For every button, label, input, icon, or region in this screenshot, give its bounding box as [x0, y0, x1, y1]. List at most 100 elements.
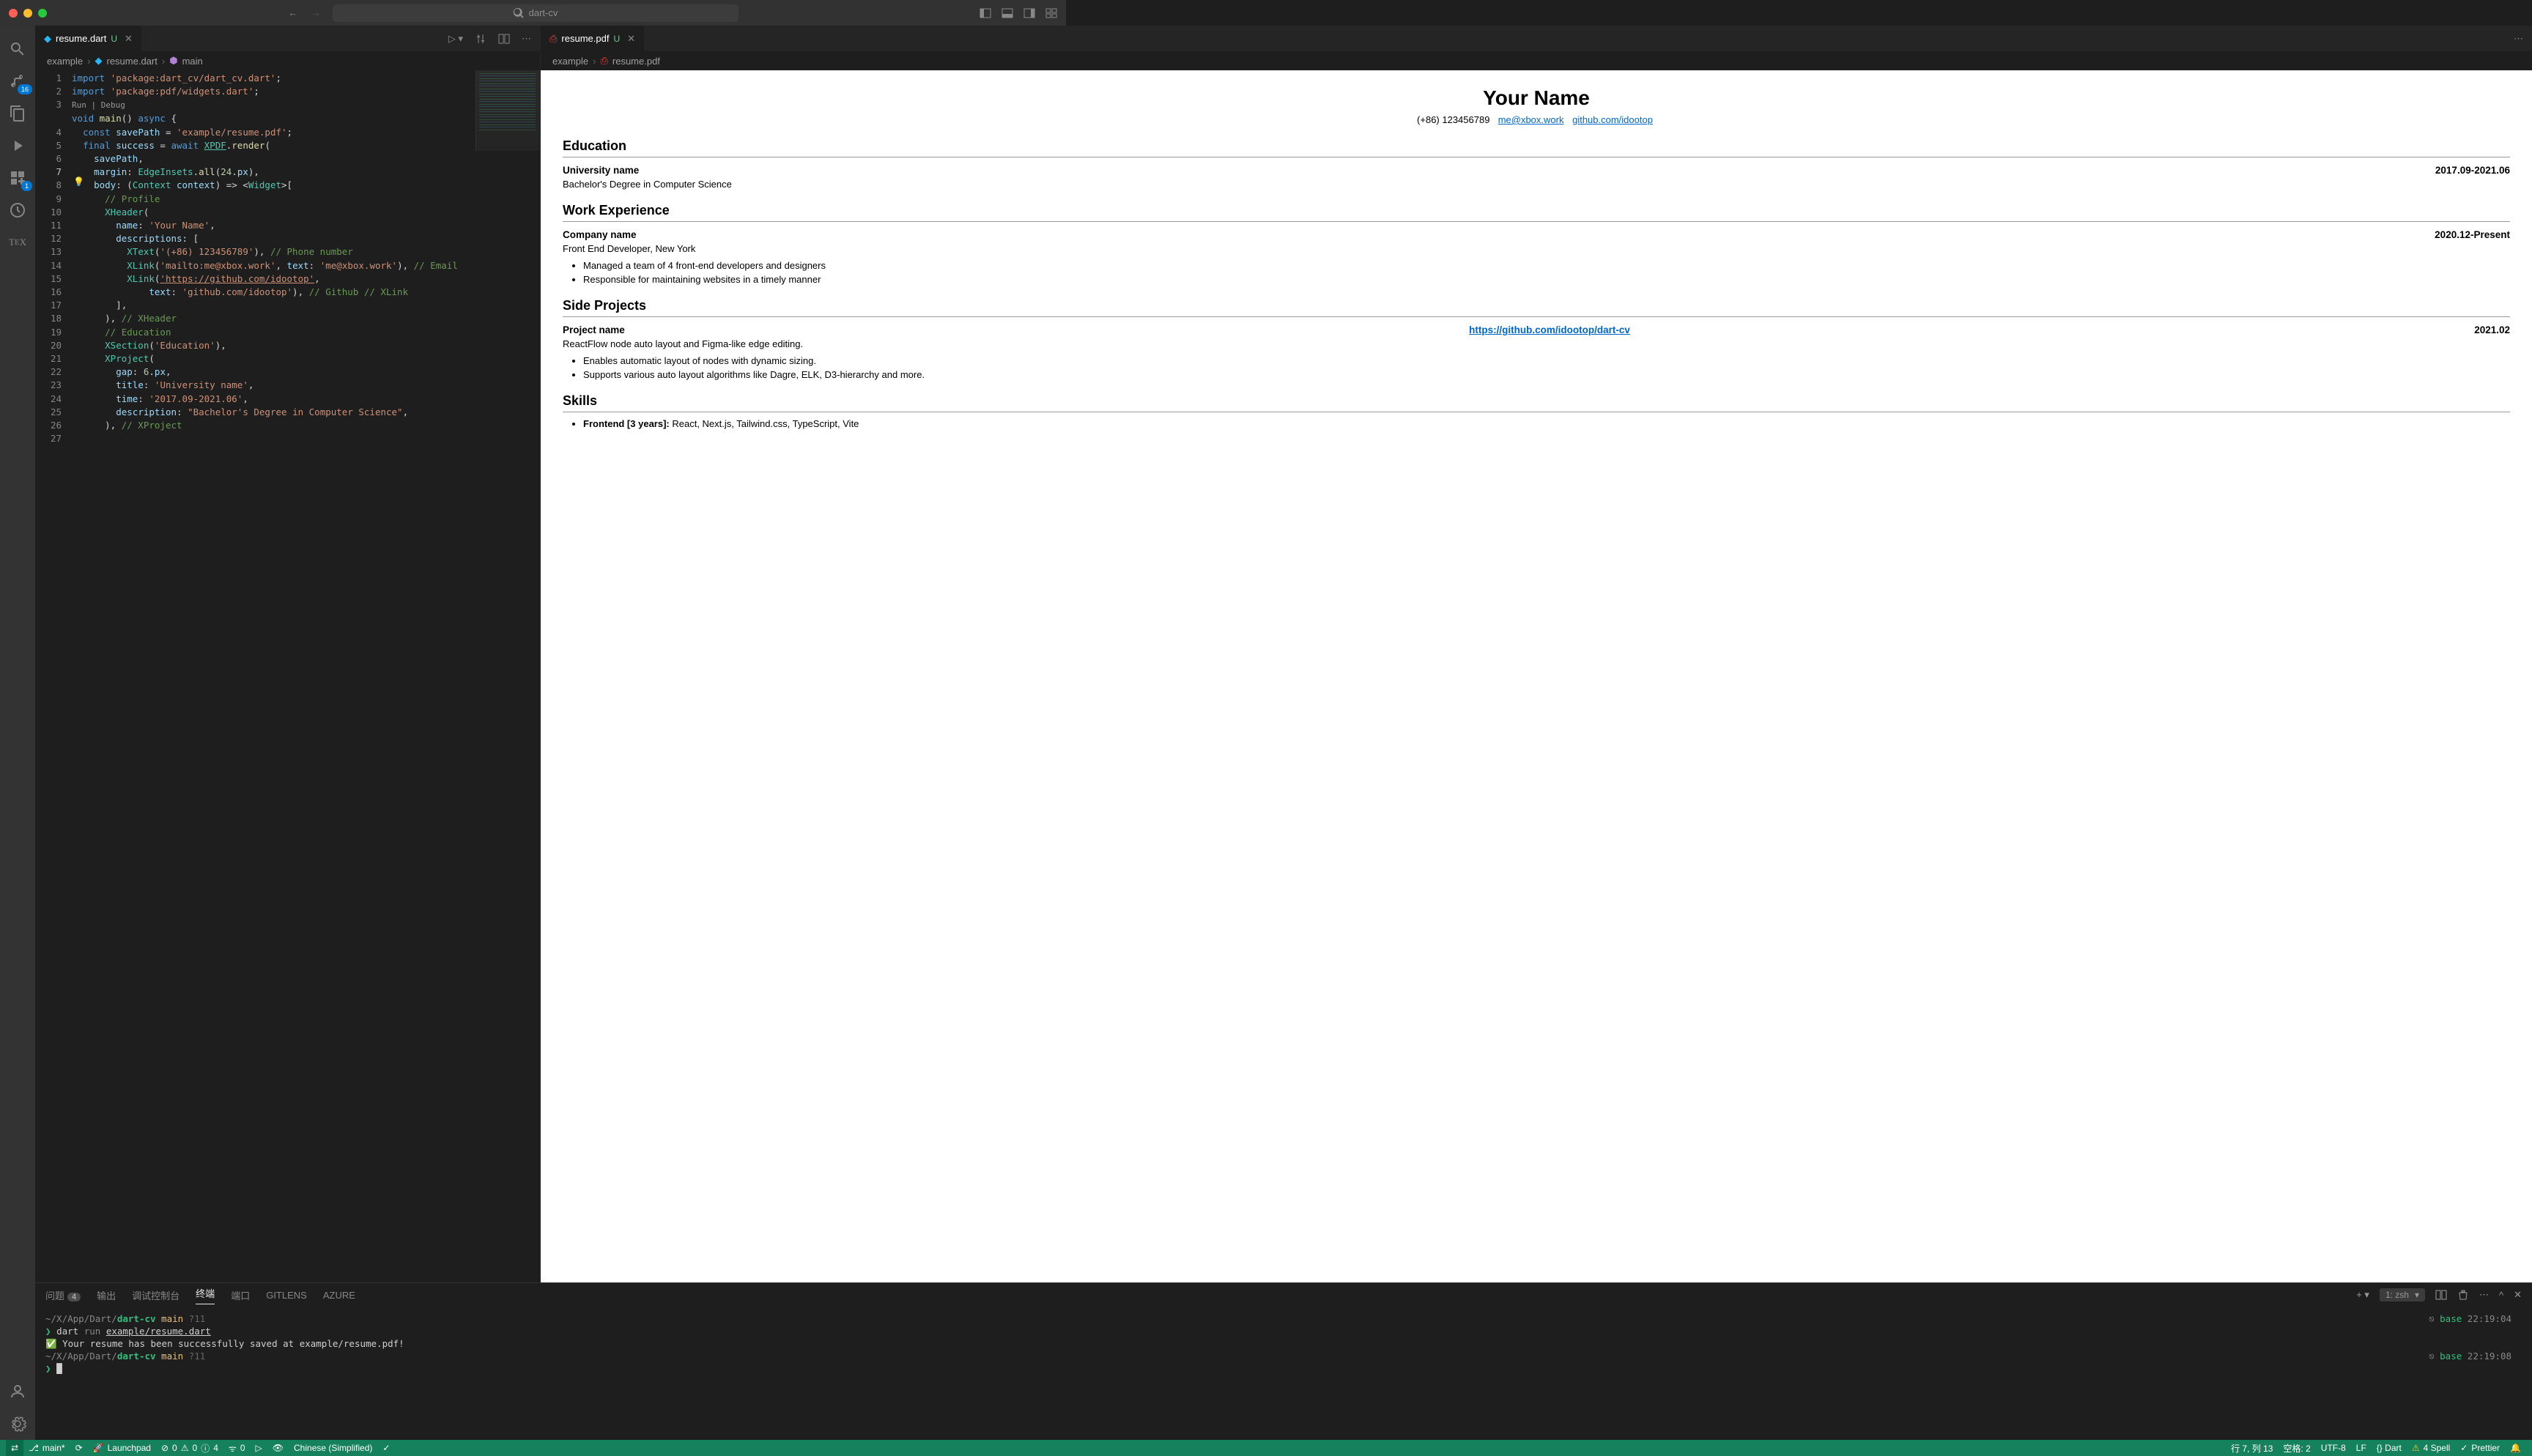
pdf-phone: (+86) 123456789 [1417, 114, 1489, 125]
branch-indicator[interactable]: ⎇ main* [23, 1440, 70, 1456]
split-terminal-icon[interactable] [2435, 1289, 2447, 1301]
pdf-edu-desc: Bachelor's Degree in Computer Science [563, 179, 2510, 190]
minimize-window-button[interactable] [23, 9, 32, 18]
pdf-edu-name: University name [563, 165, 639, 176]
nav-forward-icon[interactable]: → [311, 7, 321, 18]
more-icon[interactable]: ⋯ [2479, 1289, 2489, 1301]
indentation[interactable]: 空格: 2 [2278, 1440, 2315, 1456]
pdf-proj-row: Project name https://github.com/idootop/… [563, 324, 2510, 335]
code-editor[interactable]: 123 456789101112131415161718192021222324… [35, 70, 540, 1282]
language-indicator[interactable]: Chinese (Simplified) [289, 1440, 377, 1456]
extensions-activity[interactable]: 1 [0, 162, 35, 194]
pdf-github-link[interactable]: github.com/idootop [1572, 114, 1653, 125]
breadcrumb-segment[interactable]: resume.pdf [612, 56, 660, 67]
explorer-activity[interactable] [0, 97, 35, 130]
close-icon[interactable]: ✕ [627, 33, 635, 45]
debug-button[interactable]: ▷ [251, 1440, 267, 1456]
notifications-icon[interactable]: 🔔 [2505, 1440, 2526, 1456]
customize-layout-icon[interactable] [1045, 7, 1057, 19]
toggle-sidebar-icon[interactable] [980, 7, 991, 19]
list-item: Frontend [3 years]: React, Next.js, Tail… [583, 418, 2510, 429]
spell-indicator[interactable]: ⚠ 4 Spell [2407, 1440, 2455, 1456]
nav-back-icon[interactable]: ← [289, 7, 298, 18]
cursor-position[interactable]: 行 7, 列 13 [2226, 1440, 2278, 1456]
tab-terminal[interactable]: 终端 [196, 1286, 215, 1304]
chevron-right-icon: › [162, 56, 165, 67]
tabs-row-left: ◆ resume.dart U ✕ ▷ ▾ ⋯ [35, 26, 540, 51]
tab-resume-pdf[interactable]: ⎙ resume.pdf U ✕ [541, 26, 645, 51]
launchpad-button[interactable]: 🚀 Launchpad [88, 1440, 156, 1456]
tabs-row-right: ⎙ resume.pdf U ✕ ⋯ [541, 26, 2532, 51]
close-icon[interactable]: ✕ [125, 33, 133, 45]
tab-problems[interactable]: 问题4 [45, 1288, 81, 1302]
breadcrumb-segment[interactable]: example [47, 56, 83, 67]
preview-button[interactable]: 👁 [267, 1440, 289, 1456]
minimap[interactable] [475, 70, 540, 151]
tab-debug-console[interactable]: 调试控制台 [132, 1288, 179, 1302]
settings-activity[interactable] [0, 1408, 35, 1440]
timeline-activity[interactable] [0, 194, 35, 226]
compare-icon[interactable] [475, 33, 486, 45]
kill-terminal-icon[interactable] [2457, 1289, 2469, 1301]
accounts-activity[interactable] [0, 1375, 35, 1408]
more-icon[interactable]: ⋯ [522, 33, 531, 45]
close-window-button[interactable] [9, 9, 18, 18]
pdf-edu-time: 2017.09-2021.06 [2435, 165, 2510, 176]
panel-actions: + ▾ 1: zsh▾ ⋯ ^ ✕ [2356, 1288, 2522, 1301]
code-lines[interactable]: import 'package:dart_cv/dart_cv.dart';im… [72, 70, 540, 1282]
remote-indicator[interactable]: ⇄ [6, 1440, 23, 1456]
terminal-body[interactable]: ~/X/App/Dart/dart-cv main ?11⎋ base 22:1… [35, 1307, 2532, 1440]
run-debug-activity[interactable] [0, 130, 35, 162]
source-control-activity[interactable]: 16 [0, 65, 35, 97]
pdf-proj-desc: ReactFlow node auto layout and Figma-lik… [563, 338, 2510, 349]
lightbulb-icon[interactable]: 💡 [73, 177, 84, 187]
breadcrumb-segment[interactable]: example [552, 56, 588, 67]
pdf-proj-time: 2021.02 [2474, 324, 2510, 335]
problems-indicator[interactable]: ⊘ 0 ⚠ 0 ⓘ 4 [156, 1440, 223, 1456]
search-activity[interactable] [0, 33, 35, 65]
sync-button[interactable]: ⟳ [70, 1440, 88, 1456]
tab-ports[interactable]: 端口 [231, 1288, 250, 1302]
scm-badge: 16 [18, 84, 32, 94]
pdf-work-bullets: Managed a team of 4 front-end developers… [583, 260, 2510, 285]
check-button[interactable]: ✓ [377, 1440, 395, 1456]
breadcrumbs-left[interactable]: example › ◆ resume.dart › ⬢ main [35, 51, 540, 70]
eol[interactable]: LF [2351, 1440, 2372, 1456]
radio-indicator[interactable]: ᯤ 0 [223, 1440, 251, 1456]
tab-label: resume.pdf [561, 33, 609, 44]
pdf-email-link[interactable]: me@xbox.work [1498, 114, 1564, 125]
pdf-skill-value: React, Next.js, Tailwind.css, TypeScript… [670, 418, 859, 429]
nav-arrows: ← → [289, 7, 321, 18]
encoding[interactable]: UTF-8 [2316, 1440, 2351, 1456]
tab-output[interactable]: 输出 [97, 1288, 116, 1302]
terminal-selector[interactable]: 1: zsh▾ [2380, 1288, 2425, 1301]
pdf-preview[interactable]: Your Name (+86) 123456789 me@xbox.work g… [541, 70, 2532, 1282]
breadcrumb-segment[interactable]: resume.dart [106, 56, 157, 67]
breadcrumbs-right[interactable]: example › ⎙ resume.pdf [541, 51, 2532, 70]
tab-azure[interactable]: AZURE [323, 1290, 355, 1301]
editor-row: ◆ resume.dart U ✕ ▷ ▾ ⋯ example › ◆ resu… [35, 26, 2532, 1282]
tab-gitlens[interactable]: GITLENS [266, 1290, 307, 1301]
maximize-window-button[interactable] [38, 9, 47, 18]
status-bar: ⇄ ⎇ main* ⟳ 🚀 Launchpad ⊘ 0 ⚠ 0 ⓘ 4 ᯤ 0 … [0, 1440, 2532, 1456]
prettier-indicator[interactable]: ✓ Prettier [2455, 1440, 2505, 1456]
toggle-panel-icon[interactable] [1002, 7, 1013, 19]
pdf-file-icon: ⎙ [600, 55, 607, 67]
tex-activity[interactable]: TEX [0, 226, 35, 259]
new-terminal-icon[interactable]: + ▾ [2356, 1289, 2369, 1301]
toggle-secondary-icon[interactable] [1023, 7, 1035, 19]
pdf-proj-link[interactable]: https://github.com/idootop/dart-cv [1469, 324, 1630, 335]
breadcrumb-segment[interactable]: main [182, 56, 203, 67]
editor-pane-right: ⎙ resume.pdf U ✕ ⋯ example › ⎙ resume.pd… [541, 26, 2532, 1282]
maximize-panel-icon[interactable]: ^ [2499, 1290, 2503, 1301]
close-panel-icon[interactable]: ✕ [2514, 1289, 2522, 1301]
split-icon[interactable] [498, 33, 510, 45]
dart-file-icon: ◆ [44, 33, 51, 45]
command-center[interactable]: dart-cv [333, 4, 738, 22]
tab-resume-dart[interactable]: ◆ resume.dart U ✕ [35, 26, 142, 51]
more-icon[interactable]: ⋯ [2514, 33, 2523, 45]
git-status-badge: U [111, 34, 117, 44]
pdf-section-skills: Skills [563, 393, 2510, 412]
language-mode[interactable]: {} Dart [2372, 1440, 2407, 1456]
run-icon[interactable]: ▷ ▾ [448, 33, 463, 45]
